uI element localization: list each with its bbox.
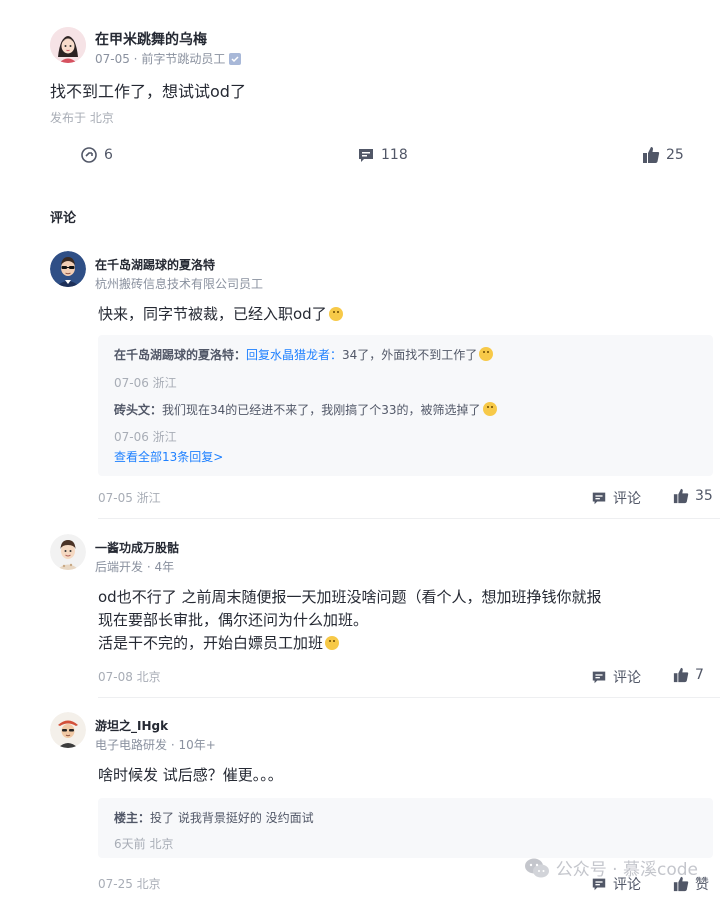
comment-like-button[interactable]: 7 [673,667,704,683]
view-all-replies-link[interactable]: 查看全部13条回复> [114,448,223,465]
comment-like-button[interactable]: 35 [673,488,713,504]
avatar-hat-character-icon [50,712,86,748]
reply-item: 砖头文：我们现在34的已经进不来了，我刚搞了个33的，被筛选掉了 [114,401,497,418]
comment-label: 评论 [613,491,641,507]
like-button[interactable]: 25 [642,146,684,164]
comment-author-name[interactable]: 在千岛湖踢球的夏洛特 [95,256,215,273]
share-icon [81,147,97,163]
reply-text: 投了 说我背景挺好的 没约面试 [150,811,314,825]
comment-author-title: 后端开发 · 4年 [95,560,175,574]
reply-text: 34了，外面找不到工作了 [342,348,478,362]
comment-button[interactable]: 118 [357,146,408,164]
comment-text-line-last: 活是干不完的，开始白嫖员工加班 [98,633,340,653]
comment-reply-button[interactable]: 评论 [591,667,641,687]
post-author-name[interactable]: 在甲米跳舞的乌梅 [95,29,207,49]
author-avatar[interactable] [50,27,86,63]
watermark: 公众号 · 慕溪code [524,855,698,880]
grin-emoji-icon [325,636,340,650]
comment-author-name[interactable]: 一酱功成万股骷 [95,539,179,556]
reply-author[interactable]: 在千岛湖踢球的夏洛特： [114,348,246,362]
share-count: 6 [104,147,113,163]
laugh-emoji-icon [479,347,494,361]
comment-text-line: od也不行了 之前周末随便报一天加班没啥问题（看个人，想加班挣钱你就报 [98,588,602,606]
avatar-cartoon-boy-icon [50,534,86,570]
post-author-meta: 07-05 · 前字节跳动员工 [95,50,242,67]
avatar-man-sunglasses-icon [50,251,86,287]
reply-date: 6天前 北京 [114,837,174,851]
comment-icon [359,149,373,162]
comment-avatar[interactable] [50,251,86,287]
comment-author-title: 电子电路研发 · 10年+ [95,738,216,752]
comment-count: 118 [381,147,408,163]
thumbs-up-icon [643,147,660,163]
watermark-text: 公众号 · 慕溪code [555,860,698,880]
thumbs-up-icon [673,667,689,683]
reply-to-link[interactable]: 回复水晶猎龙者： [246,348,342,362]
comments-section-title: 评论 [50,211,77,226]
verified-badge-icon [229,52,242,65]
reply-box: 在千岛湖踢球的夏洛特：回复水晶猎龙者：34了，外面找不到工作了 07-06 浙江… [98,335,713,476]
comment-like-count: 35 [695,488,713,504]
comment-date: 07-05 浙江 [98,491,161,505]
comment-text: 啥时候发 试后感？催更。。。 [98,766,283,784]
comment-icon [592,671,606,684]
like-count: 25 [666,147,684,163]
wechat-icon [524,858,549,877]
comment-date: 07-25 北京 [98,877,161,891]
reply-item: 楼主：投了 说我背景挺好的 没约面试 [114,809,314,826]
grin-emoji-icon [482,402,497,416]
comment-author-title: 杭州搬砖信息技术有限公司员工 [95,277,264,291]
comment-label: 评论 [613,670,641,686]
reply-item: 在千岛湖踢球的夏洛特：回复水晶猎龙者：34了，外面找不到工作了 [114,346,494,363]
post-date-title: 07-05 · 前字节跳动员工 [95,52,226,66]
post-location: 发布于 北京 [50,111,114,125]
avatar-girl-icon [50,27,86,63]
comment-author-name[interactable]: 游坦之_IHgk [95,717,168,734]
comment-divider [98,518,720,519]
reply-date: 07-06 浙江 [114,430,177,444]
reply-author[interactable]: 楼主： [114,811,150,825]
comment-avatar[interactable] [50,534,86,570]
comment-date: 07-08 北京 [98,670,161,684]
comment-like-count: 7 [695,667,704,683]
comment-avatar[interactable] [50,712,86,748]
comment-icon [592,492,606,505]
reply-text: 我们现在34的已经进不来了，我刚搞了个33的，被筛选掉了 [162,403,481,417]
comment-divider [98,697,720,698]
comment-text-line: 现在要部长审批，偶尔还问为什么加班。 [98,611,369,629]
reply-date: 07-06 浙江 [114,376,177,390]
post-content: 找不到工作了，想试试od了 [50,82,246,101]
share-button[interactable]: 6 [80,146,113,164]
reply-box: 楼主：投了 说我背景挺好的 没约面试 6天前 北京 [98,798,713,858]
comment-reply-button[interactable]: 评论 [591,488,641,508]
thumbs-up-icon [673,488,689,504]
laugh-emoji-icon [328,307,343,321]
reply-author[interactable]: 砖头文： [114,403,162,417]
comment-text: 快来，同字节被裁，已经入职od了 [98,304,343,324]
